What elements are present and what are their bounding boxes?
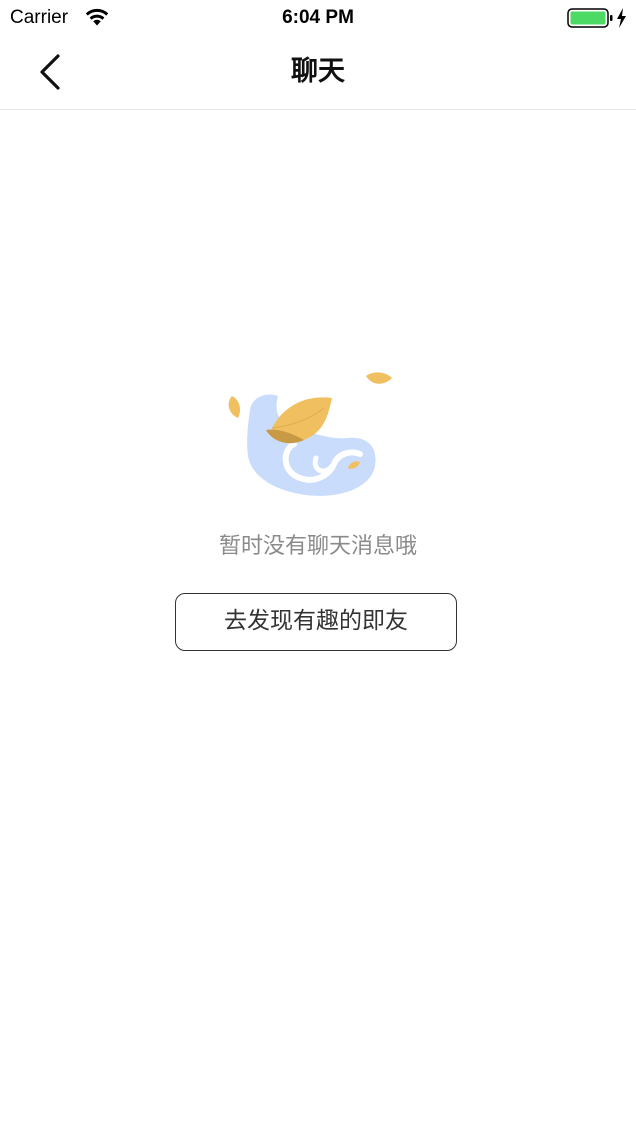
- status-bar: Carrier 6:04 PM: [0, 0, 636, 36]
- discover-friends-button[interactable]: 去发现有趣的即友: [175, 593, 457, 651]
- page-title: 聊天: [291, 56, 345, 87]
- empty-chat-illustration: [228, 372, 392, 496]
- nav-bar: 聊天: [0, 36, 636, 110]
- empty-message: 暂时没有聊天消息哦: [218, 534, 417, 559]
- battery-charging-icon: [567, 8, 626, 28]
- status-time: 6:04 PM: [282, 7, 354, 28]
